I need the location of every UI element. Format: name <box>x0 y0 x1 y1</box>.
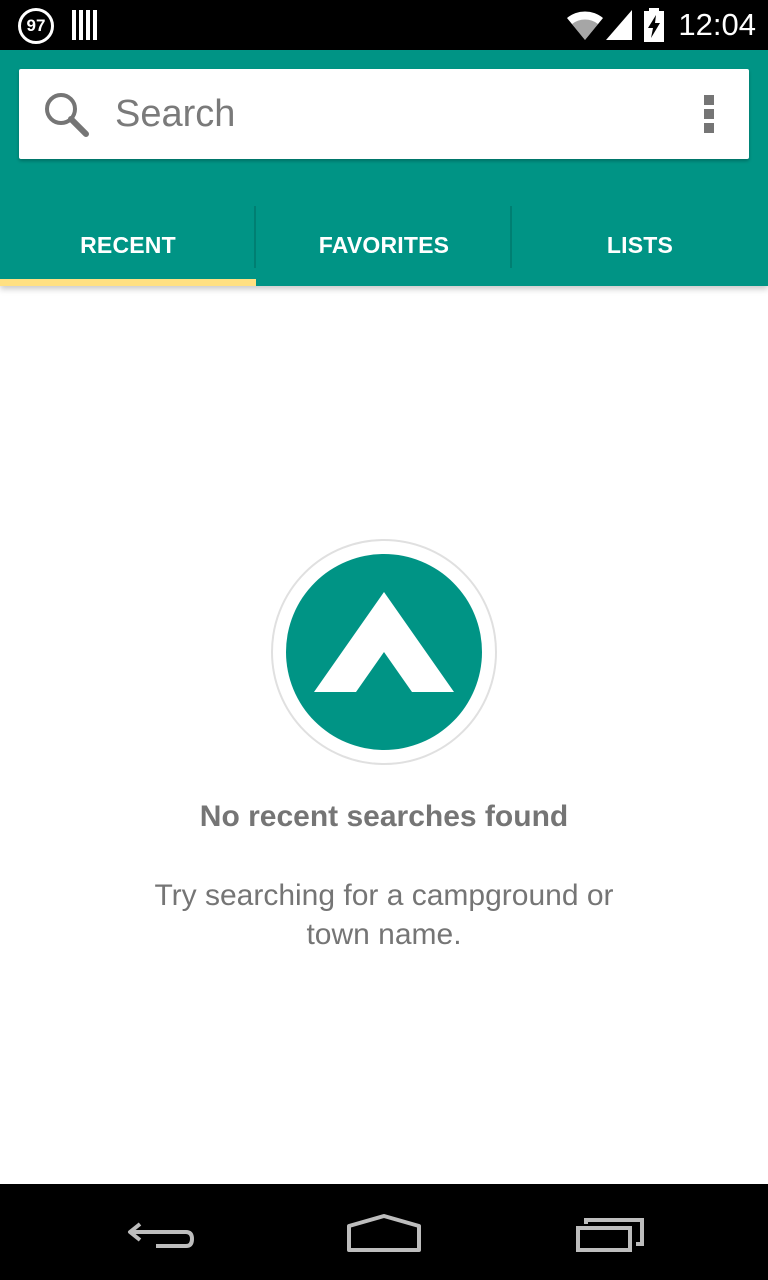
battery-charging-icon <box>642 8 666 47</box>
search-icon[interactable] <box>43 91 91 144</box>
app-bar: RECENT FAVORITES LISTS <box>0 50 768 286</box>
app-screen: 97 12:04 Search RECENT FAVORITES LISTS N… <box>0 0 768 1280</box>
status-bar: 97 12:04 <box>0 0 768 50</box>
empty-state-title: No recent searches found <box>199 800 569 833</box>
tab-favorites[interactable]: FAVORITES <box>256 204 512 286</box>
wifi-icon <box>566 8 604 47</box>
recent-apps-icon[interactable] <box>545 1184 675 1280</box>
tab-recent[interactable]: RECENT <box>0 204 256 286</box>
back-icon[interactable] <box>94 1184 224 1280</box>
tab-label: RECENT <box>80 231 176 258</box>
tab-bar: RECENT FAVORITES LISTS <box>0 204 768 286</box>
empty-state: No recent searches found Try searching f… <box>0 286 768 1184</box>
more-vert-icon[interactable] <box>689 89 729 139</box>
notification-count-badge: 97 <box>18 8 54 44</box>
status-time: 12:04 <box>678 7 756 42</box>
selected-tab-indicator <box>0 279 256 286</box>
barcode-notification-icon <box>72 10 98 45</box>
search-input[interactable] <box>115 87 655 141</box>
system-nav-bar <box>0 1184 768 1280</box>
cell-signal-icon <box>604 8 634 47</box>
search-box[interactable] <box>19 69 749 159</box>
empty-state-message: Try searching for a campground or town n… <box>154 879 614 951</box>
tab-label: FAVORITES <box>318 231 450 258</box>
tent-logo-icon <box>270 538 498 771</box>
tab-lists[interactable]: LISTS <box>512 204 768 286</box>
home-icon[interactable] <box>319 1184 449 1280</box>
tab-label: LISTS <box>606 231 674 258</box>
